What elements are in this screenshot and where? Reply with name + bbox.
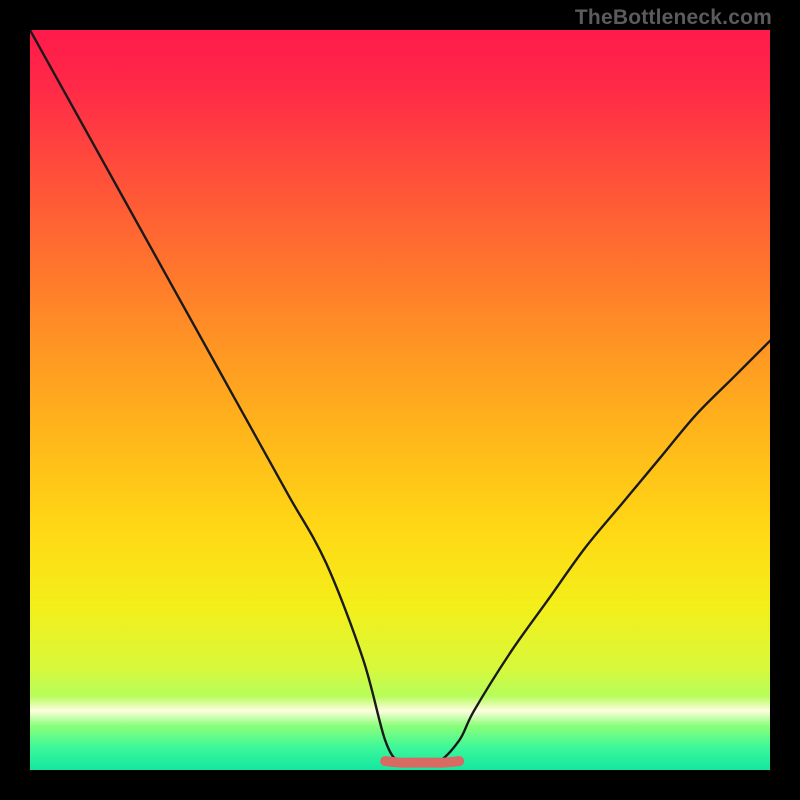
bottleneck-curve xyxy=(30,30,770,764)
curve-layer xyxy=(30,30,770,770)
plot-area xyxy=(30,30,770,770)
watermark-text: TheBottleneck.com xyxy=(575,6,772,30)
flat-marker xyxy=(385,761,459,763)
chart-frame: TheBottleneck.com xyxy=(0,0,800,800)
